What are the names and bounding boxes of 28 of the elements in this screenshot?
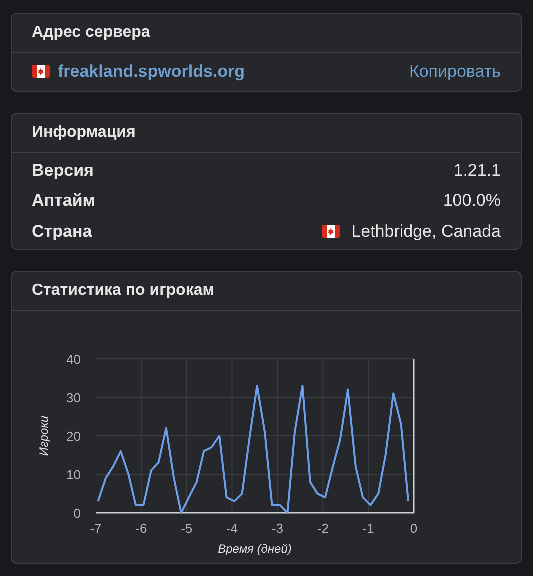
copy-button[interactable]: Копировать [409, 59, 501, 84]
card-title: Статистика по игрокам [32, 282, 215, 299]
flag-icon [32, 65, 50, 78]
tick-label: 0 [74, 506, 81, 521]
info-value: Lethbridge, Canada [352, 220, 501, 242]
tick-label: -6 [136, 521, 148, 536]
tick-label: -3 [272, 521, 284, 536]
tick-label: -1 [362, 521, 374, 536]
card-title: Информация [32, 124, 136, 140]
info-label: Аптайм [32, 190, 96, 212]
card-title: Адрес сервера [32, 24, 150, 41]
tick-label: -5 [181, 521, 193, 536]
info-label: Версия [32, 160, 94, 182]
info-value: 100.0% [443, 190, 501, 212]
tick-label: 40 [66, 352, 81, 367]
tick-label: 20 [66, 429, 81, 444]
axis-title: Игроки [37, 416, 51, 456]
info-label: Страна [32, 220, 92, 242]
tick-label: -2 [317, 521, 329, 536]
flag-icon [322, 224, 340, 238]
tick-label: 10 [66, 468, 81, 482]
tick-label: -7 [90, 521, 102, 536]
tick-label: 30 [66, 390, 81, 406]
info-value: 1.21.1 [454, 160, 501, 182]
tick-label: -4 [226, 521, 238, 536]
axis-title: Время (дней) [218, 542, 292, 556]
server-address-link[interactable]: freakland.spworlds.org [58, 59, 246, 84]
tick-label: 0 [410, 521, 418, 536]
